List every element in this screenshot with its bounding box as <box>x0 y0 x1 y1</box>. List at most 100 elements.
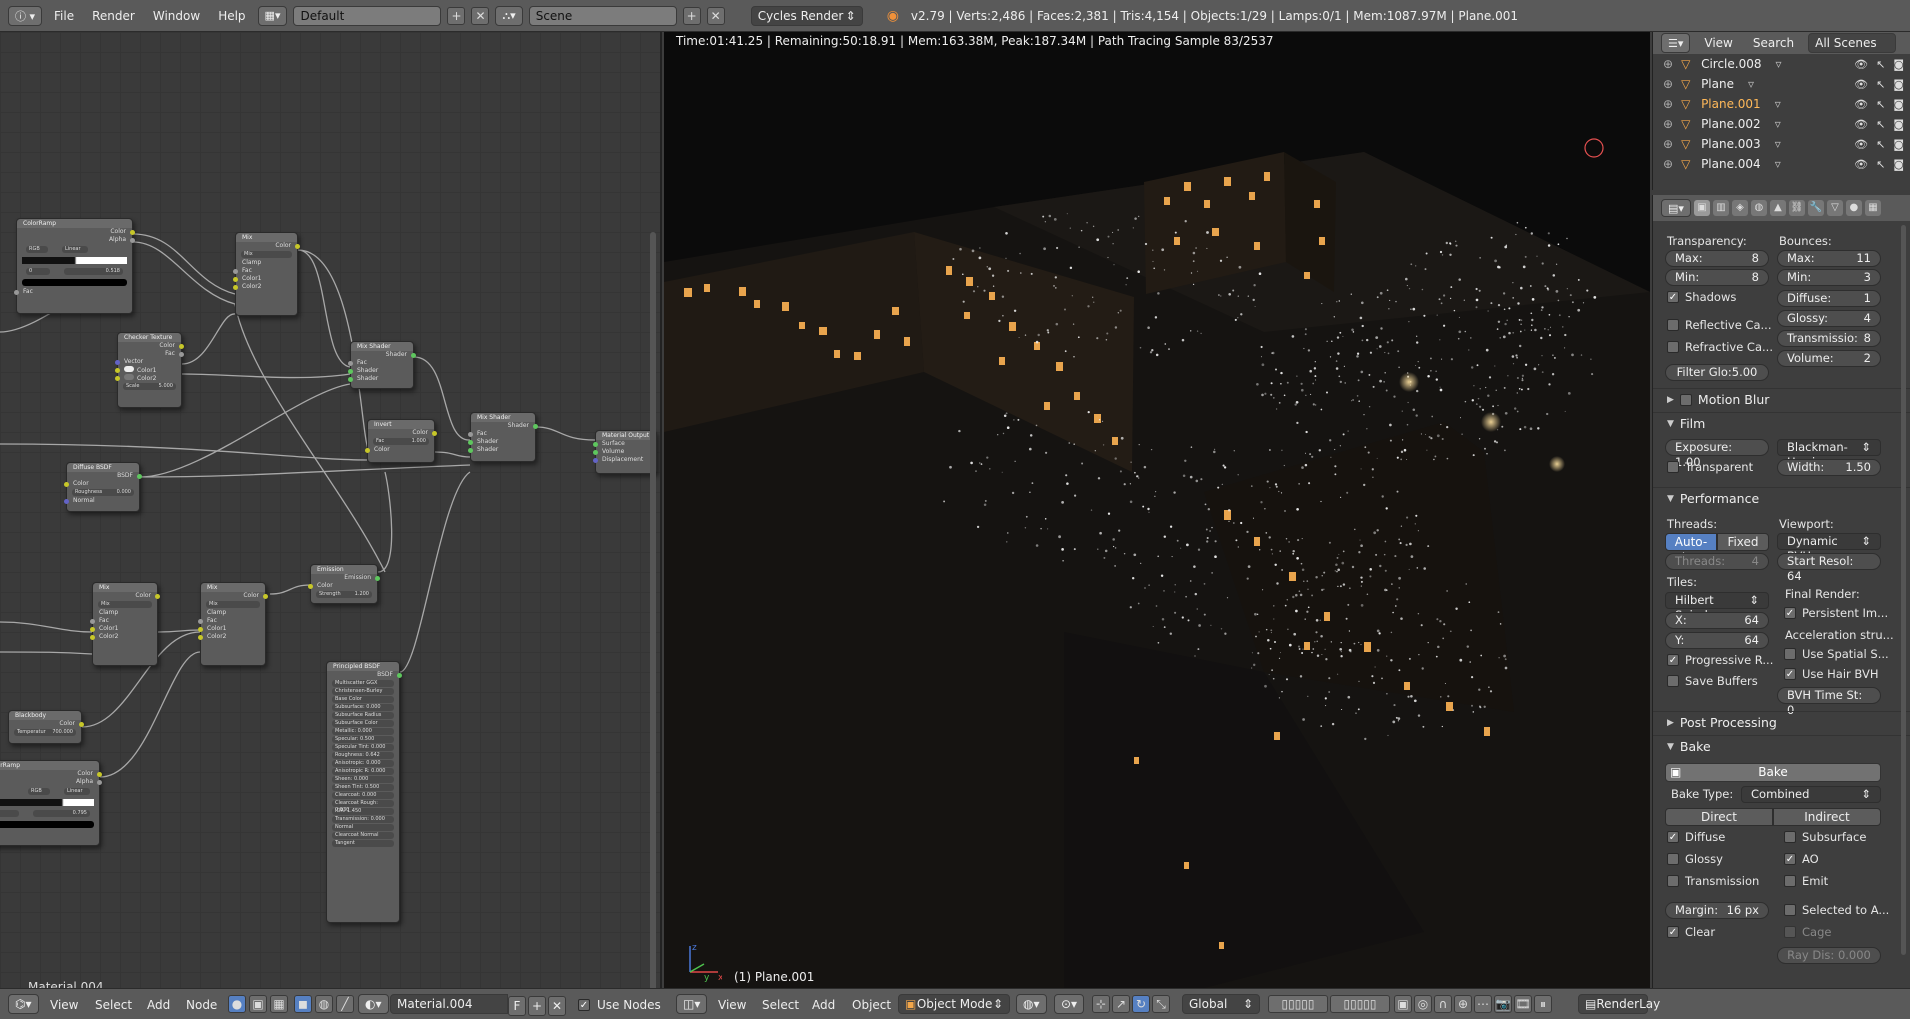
select-arrow-icon[interactable]: ↖ <box>1876 138 1885 151</box>
principled-input-row[interactable]: Subsurface Radius <box>332 712 394 719</box>
motion-blur-panel-header[interactable]: ▶ Motion Blur <box>1653 388 1910 410</box>
colorramp2-gradient[interactable] <box>0 799 94 806</box>
eye-icon[interactable]: 👁 <box>1854 58 1868 71</box>
pause-render-icon[interactable]: ⏸ <box>1534 995 1552 1013</box>
bake-transmission-checkbox[interactable] <box>1667 875 1679 887</box>
selected-to-active-checkbox[interactable] <box>1784 904 1796 916</box>
outliner-item[interactable]: ⊕ ▽ Plane.004 ▿ 👁 ↖ ◙ <box>1653 154 1910 174</box>
principled-input-row[interactable]: Specular Tint: 0.000 <box>332 744 394 751</box>
principled-input-row[interactable]: Specular: 0.500 <box>332 736 394 743</box>
snap-icon[interactable]: ∩ <box>1434 995 1452 1013</box>
bake-ao-checkbox[interactable]: ✓ <box>1784 853 1796 865</box>
menu-window[interactable]: Window <box>147 9 206 23</box>
node-mix-3[interactable]: Mix Color Mix Clamp Fac Color1 Color2 <box>198 582 268 666</box>
film-panel-header[interactable]: ▼ Film <box>1653 412 1910 434</box>
vp-menu-view[interactable]: View <box>718 995 746 1015</box>
principled-input-row[interactable]: Anisotropic R: 0.000 <box>332 768 394 775</box>
layers-2-icon[interactable]: ▯▯▯▯▯ <box>1330 995 1390 1013</box>
menu-help[interactable]: Help <box>212 9 251 23</box>
layers-1-icon[interactable]: ▯▯▯▯▯ <box>1268 995 1328 1013</box>
props-editor-type-button[interactable]: ▤▾ <box>1661 199 1691 217</box>
bounces-min-field[interactable]: Min: 3 <box>1777 269 1881 286</box>
principled-input-row[interactable]: Tangent <box>332 840 394 847</box>
bake-emit-checkbox[interactable] <box>1784 875 1796 887</box>
node-material-output[interactable]: Material Output Surface Volume Displacem… <box>593 430 657 474</box>
node-diffuse-bsdf[interactable]: Diffuse BSDF BSDF Color Roughness 0.000 N… <box>64 462 142 512</box>
rotate-manipulator-icon[interactable]: ↻ <box>1132 995 1150 1013</box>
scale-manipulator-icon[interactable]: ⤡ <box>1152 995 1170 1013</box>
manipulator-toggle-icon[interactable]: ⊹ <box>1092 995 1110 1013</box>
render-camera-icon[interactable]: ◙ <box>1893 98 1904 111</box>
texture-nodes-icon[interactable]: ▦ <box>270 995 288 1013</box>
material-browse-button[interactable]: ◐▾ <box>358 994 389 1014</box>
principled-input-row[interactable]: Subsurface: 0.000 <box>332 704 394 711</box>
bake-indirect-button[interactable]: Indirect <box>1773 808 1881 826</box>
node-editor-vscrollbar[interactable] <box>650 232 656 988</box>
render-camera-icon[interactable]: ◙ <box>1893 138 1904 151</box>
bake-diffuse-checkbox[interactable]: ✓ <box>1667 831 1679 843</box>
use-nodes-checkbox[interactable]: ✓ <box>578 999 590 1011</box>
outliner-menu-search[interactable]: Search <box>1753 36 1794 50</box>
node-mix-1[interactable]: Mix Color Mix Clamp Fac Color1 Color2 <box>233 232 300 316</box>
eye-icon[interactable]: 👁 <box>1854 118 1868 131</box>
persistent-images-checkbox[interactable]: ✓ <box>1784 607 1796 619</box>
pivot-point-select[interactable]: ⊙▾ <box>1054 994 1085 1014</box>
exposure-field[interactable]: Exposure: 1.00 <box>1665 439 1769 469</box>
volume-bounces-field[interactable]: Volume: 2 <box>1777 350 1881 367</box>
vp-menu-object[interactable]: Object <box>852 995 891 1015</box>
transparency-min-field[interactable]: Min: 8 <box>1665 269 1769 286</box>
eye-icon[interactable]: 👁 <box>1854 138 1868 151</box>
snap-target-icon[interactable]: ⊕ <box>1454 995 1472 1013</box>
threads-auto-detect-button[interactable]: Auto-dete <box>1665 533 1717 565</box>
filter-width-field[interactable]: Width: 1.50 <box>1777 459 1881 476</box>
diffuse-bounces-field[interactable]: Diffuse: 1 <box>1777 290 1881 307</box>
select-arrow-icon[interactable]: ↖ <box>1876 98 1885 111</box>
principled-input-row[interactable]: Base Color <box>332 696 394 703</box>
filter-glossy-field[interactable]: Filter Glo:5.00 <box>1665 364 1769 381</box>
reflective-caustics-checkbox[interactable] <box>1667 319 1679 331</box>
node-checker-texture[interactable]: Checker Texture Color Fac Vector Color1 … <box>115 332 184 408</box>
transform-orientation-select[interactable]: Global ⇕ <box>1182 994 1260 1014</box>
delete-layout-button[interactable]: ✕ <box>471 6 490 25</box>
vp-menu-add[interactable]: Add <box>812 995 835 1015</box>
use-hair-bvh-checkbox[interactable]: ✓ <box>1784 668 1796 680</box>
properties-scrollbar[interactable] <box>1901 225 1906 955</box>
scene-tab-icon[interactable]: ◈ <box>1731 200 1748 216</box>
performance-panel-header[interactable]: ▼ Performance <box>1653 487 1910 509</box>
bvh-time-steps-field[interactable]: BVH Time St: 0 <box>1777 687 1881 717</box>
ne-menu-select[interactable]: Select <box>95 995 132 1015</box>
outliner-item[interactable]: ⊕ ▽ Plane.001 ▿ 👁 ↖ ◙ <box>1653 94 1910 114</box>
bounces-max-field[interactable]: Max: 11 <box>1777 250 1881 267</box>
outliner-item-name[interactable]: Plane <box>1701 77 1734 91</box>
select-arrow-icon[interactable]: ↖ <box>1876 158 1885 171</box>
unlink-material-button[interactable]: ✕ <box>548 996 566 1016</box>
screen-layout-field[interactable]: Default <box>293 5 442 26</box>
modifiers-tab-icon[interactable]: 🔧 <box>1807 200 1824 216</box>
render-tab-icon[interactable]: ▣ <box>1693 200 1710 216</box>
object-tab-icon[interactable]: ▲ <box>1769 200 1786 216</box>
principled-input-row[interactable]: Metallic: 0.000 <box>332 728 394 735</box>
viewport-bvh-select[interactable]: Dynamic BVH⇕ <box>1777 533 1881 563</box>
expand-icon[interactable]: ⊕ <box>1663 157 1673 171</box>
node-colorramp[interactable]: ColorRamp Color Alpha RGB Linear 0 0.518… <box>14 218 135 314</box>
node-emission[interactable]: Emission Emission Color Strength 1.200 <box>308 564 380 604</box>
ne-menu-add[interactable]: Add <box>147 995 170 1015</box>
ne-menu-view[interactable]: View <box>50 995 78 1015</box>
transparent-checkbox[interactable] <box>1667 461 1679 473</box>
colorramp2-swatch[interactable] <box>0 821 94 828</box>
pixel-filter-select[interactable]: Blackman-Harris⇕ <box>1777 439 1881 469</box>
principled-input-row[interactable]: Subsurface Color <box>332 720 394 727</box>
node-principled-bsdf[interactable]: Principled BSDF BSDF Multiscatter GGX Ch… <box>326 661 402 923</box>
bake-panel-header[interactable]: ▼ Bake <box>1653 735 1910 757</box>
outliner-item[interactable]: ⊕ ▽ Plane.002 ▿ 👁 ↖ ◙ <box>1653 114 1910 134</box>
expand-icon[interactable]: ⊕ <box>1663 77 1673 91</box>
world-tab-icon[interactable]: ◍ <box>1750 200 1767 216</box>
principled-input-row[interactable]: Anisotropic: 0.000 <box>332 760 394 767</box>
outliner[interactable]: ☰▾ View Search All Scenes ⊕ ▽ Circle.008 ▿ 👁… <box>1652 32 1910 190</box>
outliner-display-mode[interactable]: All Scenes <box>1808 33 1897 53</box>
transmission-bounces-field[interactable]: Transmissio: 8 <box>1777 330 1881 347</box>
3d-viewport[interactable]: Time:01:41.25 | Remaining:50:18.91 | Mem… <box>664 32 1650 988</box>
node-invert[interactable]: Invert Color Fac 1.000 Color <box>365 419 437 463</box>
principled-input-row[interactable]: Clearcoat: 0.000 <box>332 792 394 799</box>
fake-user-button[interactable]: F <box>508 996 526 1016</box>
